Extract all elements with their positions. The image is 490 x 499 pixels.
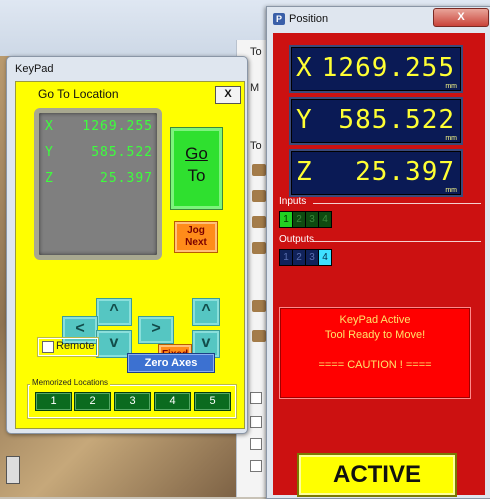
tool-icon[interactable] [252,242,266,254]
axis-label: Y [296,105,312,135]
axis-value: 585.522 [338,105,455,135]
tool-icon[interactable] [252,216,266,228]
inputs-indicator-3: 3 [305,211,319,228]
memory-button-4[interactable]: 4 [154,392,191,411]
active-button[interactable]: ACTIVE [297,453,457,497]
jog-label-line1: Jog [187,225,205,236]
close-button[interactable]: X [433,8,489,27]
close-button[interactable]: X [215,86,241,104]
axis-value: 1269.255 [82,119,153,134]
axis-label: Z [296,157,312,187]
memory-button-1[interactable]: 1 [35,392,72,411]
tool-icon[interactable] [252,330,266,342]
dro-x: X 1269.255 mm [289,45,463,93]
axis-value: 25.397 [355,157,455,187]
inputs-indicator-4: 4 [318,211,332,228]
axis-value: 585.522 [91,145,153,160]
jog-up-button[interactable]: ^ [96,298,132,326]
z-up-button[interactable]: ^ [192,298,220,326]
dro-y: Y 585.522 mm [289,97,463,145]
background-label: To [250,46,262,58]
jog-next-button[interactable]: Jog Next [174,221,218,253]
status-line: Tool Ready to Move! [324,329,426,341]
divider [313,203,481,204]
divider [313,241,481,242]
window-title: KeyPad [15,63,54,75]
axis-label: Y [45,145,54,160]
outputs-indicator-2: 2 [292,249,306,266]
outputs-indicator-4: 4 [318,249,332,266]
jog-label-line2: Next [185,237,207,248]
position-panel: X 1269.255 mm Y 585.522 mm Z 25.397 mm I… [273,33,485,497]
memory-button-3[interactable]: 3 [114,392,151,411]
panel-title: Go To Location [38,87,119,101]
background-label: M [250,82,260,94]
scroll-handle[interactable] [6,456,20,484]
zero-axes-button[interactable]: Zero Axes [127,353,215,373]
go-to-label-line2: To [187,166,206,185]
memorized-locations-label: Memorized Locations [30,378,111,387]
axis-value: 25.397 [100,171,153,186]
background-checkbox[interactable] [250,416,262,428]
remote-label: Remote [56,340,95,352]
tool-icon[interactable] [252,300,266,312]
position-window: P Position X X 1269.255 mm Y 585.522 mm … [266,6,490,499]
tool-icon[interactable] [252,190,266,202]
inputs-indicator-2: 2 [292,211,306,228]
checkbox-box[interactable] [42,341,54,353]
background-checkbox[interactable] [250,392,262,404]
inputs-indicator-1: 1 [279,211,293,228]
jog-right-button[interactable]: > [138,316,174,344]
go-to-label-line1: Go [185,144,208,163]
caution-line: ==== CAUTION ! ==== [318,359,432,371]
go-to-button[interactable]: Go To [171,128,222,209]
background-checkbox[interactable] [250,460,262,472]
memory-button-2[interactable]: 2 [74,392,111,411]
background-label: To [250,140,262,152]
memory-button-5[interactable]: 5 [194,392,231,411]
background-checkbox[interactable] [250,438,262,450]
tool-icon[interactable] [252,164,266,176]
app-icon: P [273,13,285,25]
location-display: X 1269.255 Y 585.522 Z 25.397 [34,108,162,260]
axis-label: Z [45,171,54,186]
keypad-window: KeyPad Go To Location X X 1269.255 Y 585… [6,56,248,434]
outputs-label: Outputs [279,234,315,245]
unit-label: mm [445,187,457,194]
outputs-indicator-1: 1 [279,249,293,266]
axis-label: X [45,119,54,134]
status-line: KeyPad Active [339,314,411,326]
outputs-indicator-3: 3 [305,249,319,266]
keypad-panel: Go To Location X X 1269.255 Y 585.522 Z … [15,81,245,429]
unit-label: mm [445,135,457,142]
axis-label: X [296,53,312,83]
inputs-label: Inputs [279,196,307,207]
remote-checkbox[interactable]: Remote [38,338,98,356]
dro-z: Z 25.397 mm [289,149,463,197]
axis-value: 1269.255 [321,53,455,83]
status-message-box: KeyPad Active Tool Ready to Move! ==== C… [279,307,471,399]
window-title: Position [289,13,329,25]
unit-label: mm [445,83,457,90]
